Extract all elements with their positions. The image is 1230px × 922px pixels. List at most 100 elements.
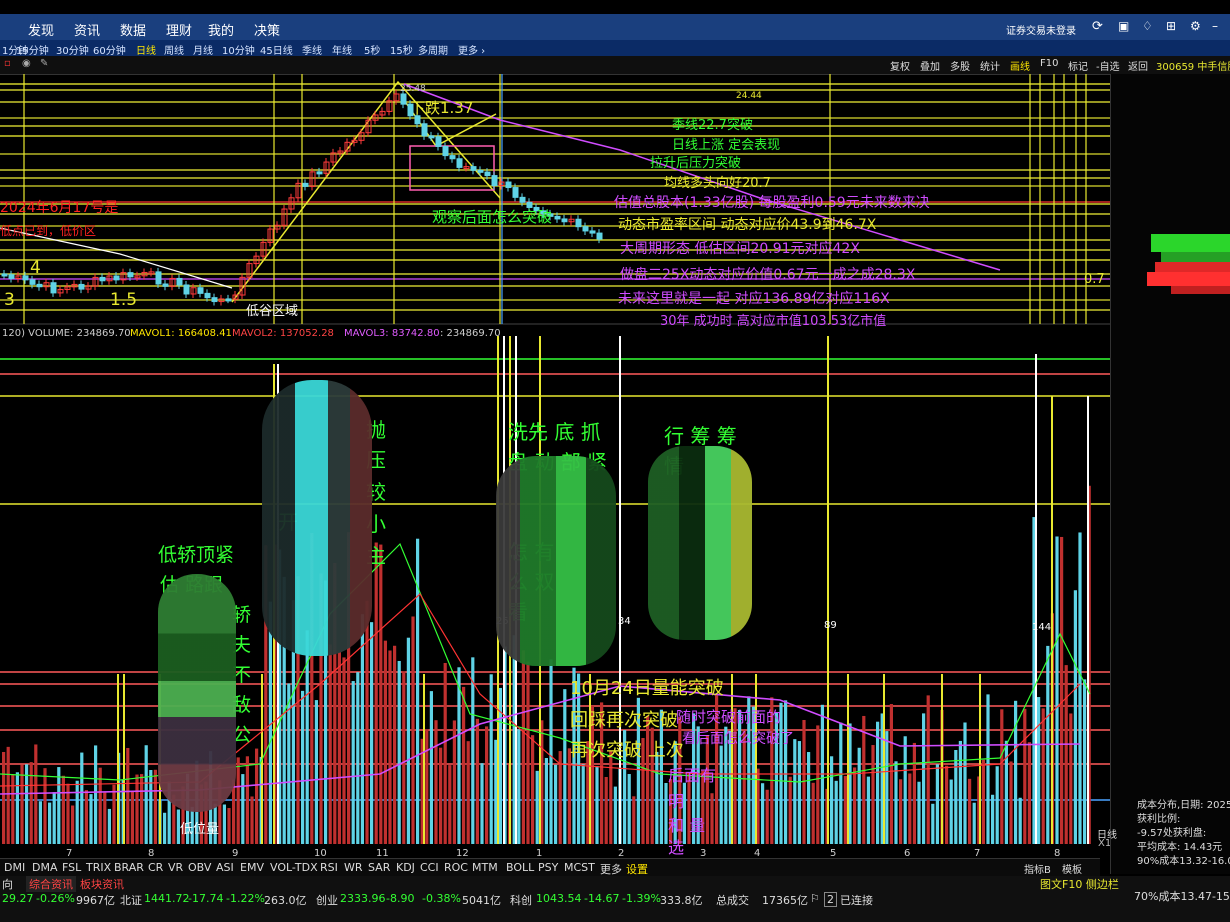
tool-back[interactable]: 返回	[1128, 58, 1148, 73]
ind-brar[interactable]: BRAR	[114, 861, 144, 874]
period-multi[interactable]: 多周期	[418, 42, 448, 57]
tab-template[interactable]: 模板	[1062, 861, 1082, 876]
volume-bar	[981, 759, 985, 844]
tool-watchlist[interactable]: -自选	[1096, 58, 1120, 73]
ind-trix[interactable]: TRIX	[86, 861, 111, 874]
period-60m[interactable]: 60分钟	[93, 42, 126, 57]
ind-more[interactable]: 更多	[600, 861, 622, 877]
menu-mine[interactable]: 我的	[208, 20, 234, 39]
marker-4: 4	[30, 258, 41, 278]
period-15s[interactable]: 15秒	[390, 42, 413, 57]
date-tick: 6	[904, 848, 910, 858]
ind-settings[interactable]: 设置	[626, 861, 648, 877]
candle-body	[554, 215, 561, 220]
candle-body	[155, 271, 162, 285]
ind-emv[interactable]: EMV	[240, 861, 264, 874]
volume-bar	[337, 652, 341, 844]
candle-body	[113, 275, 120, 281]
ind-roc[interactable]: ROC	[444, 861, 468, 874]
volume-bar	[1023, 708, 1027, 844]
period-15m[interactable]: 15分钟	[16, 42, 49, 57]
ind-kdj[interactable]: KDJ	[396, 861, 415, 874]
layout-icon[interactable]: ⊞	[1166, 19, 1176, 33]
candle-body	[78, 283, 85, 290]
ind-vr[interactable]: VR	[168, 861, 183, 874]
period-monthly[interactable]: 月线	[193, 42, 213, 57]
mavol3-value: MAVOL3: 83742.80	[344, 328, 440, 339]
menu-discover[interactable]: 发现	[28, 20, 54, 39]
period-year[interactable]: 年线	[332, 42, 352, 57]
status-direction: 向	[2, 878, 13, 891]
ind-dmi[interactable]: DMI	[4, 861, 25, 874]
tool-overlay[interactable]: 叠加	[920, 58, 940, 73]
volume-bar	[94, 745, 98, 844]
period-5s[interactable]: 5秒	[364, 42, 380, 57]
ind-rsi[interactable]: RSI	[320, 861, 338, 874]
volume-bar	[374, 542, 378, 844]
ind-asi[interactable]: ASI	[216, 861, 234, 874]
ind-dma[interactable]: DMA	[32, 861, 58, 874]
volume-bar	[609, 751, 613, 844]
ind-mtm[interactable]: MTM	[472, 861, 498, 874]
period-weekly[interactable]: 周线	[164, 42, 184, 57]
menu-data[interactable]: 数据	[120, 20, 146, 39]
period-30m[interactable]: 30分钟	[56, 42, 89, 57]
volume-bar	[1083, 679, 1087, 844]
tool-mark[interactable]: 标记	[1068, 58, 1088, 73]
ind-cr[interactable]: CR	[148, 861, 163, 874]
tool-draw[interactable]: 画线	[1010, 58, 1030, 73]
menu-news[interactable]: 资讯	[74, 20, 100, 39]
ind-sar[interactable]: SAR	[368, 861, 390, 874]
lock-icon[interactable]: ▫	[4, 58, 11, 69]
vol-note-d1: 行 筹 筹	[664, 424, 737, 448]
period-10m[interactable]: 10分钟	[222, 42, 255, 57]
ind-mcst[interactable]: MCST	[564, 861, 595, 874]
period-45d[interactable]: 45日线	[260, 42, 293, 57]
level-2444: 24.44	[736, 91, 762, 101]
tool-f10[interactable]: F10	[1040, 58, 1058, 69]
ind-psy[interactable]: PSY	[538, 861, 558, 874]
period-daily[interactable]: 日线	[136, 42, 156, 57]
tab-indicator-b[interactable]: 指标B	[1024, 861, 1051, 876]
window-icon[interactable]: ▣	[1118, 19, 1129, 33]
volume-bar	[245, 756, 249, 844]
idx1-amount: 9967亿	[76, 894, 115, 907]
tool-adjust[interactable]: 复权	[890, 58, 910, 73]
tool-multi-stock[interactable]: 多股	[950, 58, 970, 73]
ind-fsl[interactable]: FSL	[62, 861, 81, 874]
minimize-icon[interactable]: –	[1212, 19, 1218, 33]
volume-bar	[922, 713, 926, 844]
period-quarter[interactable]: 季线	[302, 42, 322, 57]
daily-label[interactable]: 日线	[1097, 826, 1117, 841]
alert-icon[interactable]: ⚐	[810, 892, 820, 905]
period-more[interactable]: 更多 ›	[458, 42, 485, 57]
shirt-icon[interactable]: ♢	[1142, 19, 1153, 33]
tool-stats[interactable]: 统计	[980, 58, 1000, 73]
volume-bar	[411, 616, 415, 844]
candle-body	[29, 279, 36, 285]
menu-finance[interactable]: 理财	[166, 20, 192, 39]
pen-icon[interactable]: ✎	[40, 58, 48, 69]
ind-cci[interactable]: CCI	[420, 861, 439, 874]
vol-note-e2: 回踩再次突破	[570, 710, 678, 731]
tab-sector-news[interactable]: 板块资讯	[80, 876, 124, 892]
volume-bar	[830, 756, 834, 844]
f10-sidebar-tag[interactable]: 图文F10 侧边栏	[1040, 876, 1119, 892]
volume-bar	[968, 778, 972, 844]
ind-wr[interactable]: WR	[344, 861, 363, 874]
ind-vol-tdx[interactable]: VOL-TDX	[270, 861, 318, 874]
account-status[interactable]: 证券交易未登录	[1006, 22, 1076, 37]
refresh-icon[interactable]: ⟳	[1092, 19, 1103, 34]
volume-bar	[314, 700, 318, 844]
menu-decision[interactable]: 决策	[254, 20, 280, 39]
ind-boll[interactable]: BOLL	[506, 861, 534, 874]
pin-icon[interactable]: ◉	[22, 58, 31, 69]
cy-name: 创业	[316, 894, 338, 907]
volume-bar	[788, 776, 792, 844]
candle-body	[428, 135, 435, 139]
ind-obv[interactable]: OBV	[188, 861, 211, 874]
tab-general-news[interactable]: 综合资讯	[26, 876, 76, 892]
volume-bar	[797, 741, 801, 844]
settings-icon[interactable]: ⚙	[1190, 19, 1201, 33]
page-number[interactable]: 2	[824, 892, 837, 907]
